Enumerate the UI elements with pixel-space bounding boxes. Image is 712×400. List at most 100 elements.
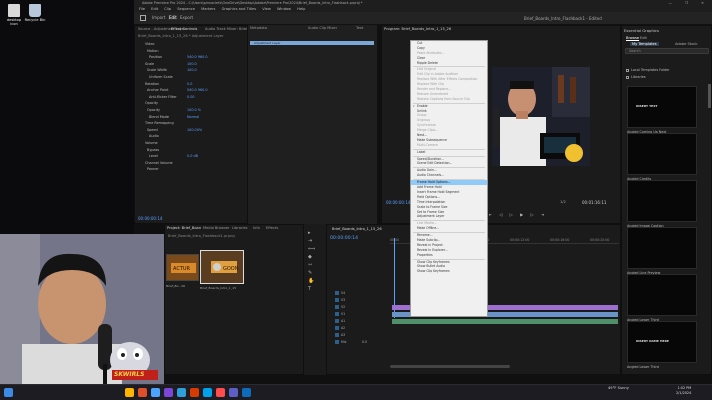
ec-row[interactable]: Panner	[139, 167, 243, 171]
tab-audio-track-mixer[interactable]: Audio Track Mixer: Brief_Boards_Intro_1_…	[205, 27, 247, 31]
project-thumb-1[interactable]: ACTUR	[166, 254, 199, 281]
menu-edit[interactable]: Edit	[151, 7, 158, 11]
menu-file[interactable]: File	[139, 7, 145, 11]
taskbar-app-icon[interactable]	[190, 388, 199, 397]
weather-widget[interactable]: 49°F Sunny	[608, 386, 629, 391]
ec-row[interactable]: Opacity 100.0 %	[139, 108, 243, 112]
hand-tool-icon[interactable]: ✋	[308, 278, 314, 284]
ec-row-value[interactable]: 100.00%	[187, 128, 202, 132]
program-header[interactable]: Program: Brief_Boards_Intro_1_15_26	[384, 27, 451, 31]
menu-item[interactable]: Properties	[411, 253, 487, 258]
menu-item[interactable]: Ripple Delete	[411, 61, 487, 66]
workspace-import[interactable]: Import	[152, 15, 165, 20]
taskbar-app-icon[interactable]	[177, 388, 186, 397]
tab-info[interactable]: Info	[253, 226, 260, 230]
workspace-edit[interactable]: Edit	[168, 15, 178, 20]
menu-item[interactable]: Make Offline...	[411, 226, 487, 231]
program-timecode[interactable]: 00:00:00:14	[386, 200, 410, 205]
track-header[interactable]: A1	[335, 319, 390, 325]
track-header[interactable]: V4	[335, 291, 390, 297]
start-icon[interactable]	[4, 388, 13, 397]
tab-adobe-stock[interactable]: Adobe Stock	[675, 42, 697, 46]
ec-row-value[interactable]: 0.0 dB	[187, 154, 198, 158]
eg-template-thumb[interactable]	[627, 274, 697, 316]
workspace-export[interactable]: Export	[180, 15, 193, 20]
ec-row[interactable]: Level 0.0 dB	[139, 154, 243, 158]
mix-value[interactable]: 0.0	[362, 340, 417, 346]
eg-check-local[interactable]: Local Templates Folder	[626, 68, 670, 72]
program-video-frame[interactable]	[492, 67, 590, 166]
menu-sequence[interactable]: Sequence	[177, 7, 195, 11]
tab-effects[interactable]: Effects	[266, 226, 278, 230]
ec-row-value[interactable]: 0.0	[187, 82, 192, 86]
ec-row[interactable]: Position 540.0 960.0	[139, 55, 243, 59]
eg-template-thumb[interactable]	[627, 180, 697, 222]
taskbar-app-icon[interactable]	[242, 388, 251, 397]
track-toggle-icon[interactable]	[335, 298, 339, 302]
tab-audio-clip-mixer[interactable]: Audio Clip Mixer	[308, 26, 337, 30]
ec-row[interactable]: Scale Width 100.0	[139, 68, 243, 72]
ec-row-value[interactable]: Normal	[187, 115, 199, 119]
menu-item[interactable]: Label	[411, 150, 487, 155]
eg-template-thumb[interactable]: INSERT TEXT	[627, 86, 697, 128]
slip-tool-icon[interactable]: ⇿	[308, 262, 312, 268]
taskbar-app-icon[interactable]	[229, 388, 238, 397]
tab-browse[interactable]: Browse	[626, 36, 639, 40]
ec-row[interactable]: Motion	[139, 49, 243, 53]
tab-project[interactable]: Project: Brief_Boards_Intro_Flashback1	[167, 226, 201, 230]
ec-row-value[interactable]: 100.0	[187, 68, 197, 72]
ec-row-value[interactable]: 0.00	[187, 95, 195, 99]
taskbar-app-icon[interactable]	[216, 388, 225, 397]
menu-item[interactable]: Audio Channels...	[411, 173, 487, 178]
ec-row[interactable]: Anti-flicker Filter 0.00	[139, 95, 243, 99]
taskbar-app-icon[interactable]	[164, 388, 173, 397]
razor-tool-icon[interactable]: ◆	[308, 254, 312, 260]
track-header[interactable]: A3	[335, 333, 390, 339]
eg-scrollbar[interactable]	[708, 84, 711, 108]
ec-timecode[interactable]: 00:00:00:14	[138, 216, 162, 221]
pen-tool-icon[interactable]: ✎	[308, 270, 312, 276]
ec-row[interactable]: Video	[139, 42, 243, 46]
track-select-icon[interactable]: ⇥	[308, 238, 312, 244]
selection-tool-icon[interactable]: ▸	[308, 230, 311, 236]
tab-media-browser[interactable]: Media Browser	[203, 226, 230, 230]
ec-row-value[interactable]: 100.0 %	[187, 108, 201, 112]
track-toggle-icon[interactable]	[335, 305, 339, 309]
menu-item[interactable]: Show Clip Keyframes	[411, 269, 487, 274]
ec-row-value[interactable]: 540.0 960.0	[187, 88, 208, 92]
menu-clip[interactable]: Clip	[164, 7, 171, 11]
track-toggle-icon[interactable]	[335, 312, 339, 316]
ec-row[interactable]: Speed 100.00%	[139, 128, 243, 132]
menu-markers[interactable]: Markers	[201, 7, 215, 11]
eg-check-libraries[interactable]: Libraries	[626, 75, 646, 79]
track-toggle-icon[interactable]	[335, 340, 339, 344]
ec-row-value[interactable]: 540.0 960.0	[187, 55, 208, 59]
menu-graphics[interactable]: Graphics and Titles	[222, 7, 257, 11]
track-header[interactable]: V1	[335, 312, 390, 318]
menu-item[interactable]: Scene Edit Detection...	[411, 161, 487, 166]
tab-metadata[interactable]: Metadata	[250, 26, 267, 30]
ripple-edit-icon[interactable]: ⟺	[308, 246, 315, 252]
tab-libraries[interactable]: Libraries	[232, 226, 248, 230]
timeline-timecode[interactable]: 00:00:00:14	[330, 236, 358, 241]
desktop-icon-1[interactable]: desktop icon	[3, 4, 25, 26]
fit-select[interactable]: 1/2	[560, 200, 566, 204]
eg-template-thumb[interactable]	[627, 227, 697, 269]
system-clock[interactable]: 1:02 PM 2/1/2024	[676, 386, 691, 396]
taskbar-app-icon[interactable]	[138, 388, 147, 397]
eg-template-thumb[interactable]	[627, 133, 697, 175]
taskbar-app-icon[interactable]	[151, 388, 160, 397]
tab-text[interactable]: Text	[356, 26, 363, 30]
ec-row[interactable]: Volume	[139, 141, 243, 145]
track-toggle-icon[interactable]	[335, 333, 339, 337]
tab-effect-controls[interactable]: Effect Controls	[171, 27, 197, 31]
taskbar-app-icon[interactable]	[203, 388, 212, 397]
timeline-scrollbar[interactable]	[390, 365, 510, 368]
ec-row[interactable]: Anchor Point 540.0 960.0	[139, 88, 243, 92]
tab-my-templates[interactable]: My Templates	[630, 42, 659, 46]
ec-row[interactable]: Blend Mode Normal	[139, 115, 243, 119]
ec-row[interactable]: Audio	[139, 134, 243, 138]
eg-template-thumb[interactable]: INSERT NAME HERE	[627, 321, 697, 363]
track-toggle-icon[interactable]	[335, 291, 339, 295]
track-toggle-icon[interactable]	[335, 319, 339, 323]
